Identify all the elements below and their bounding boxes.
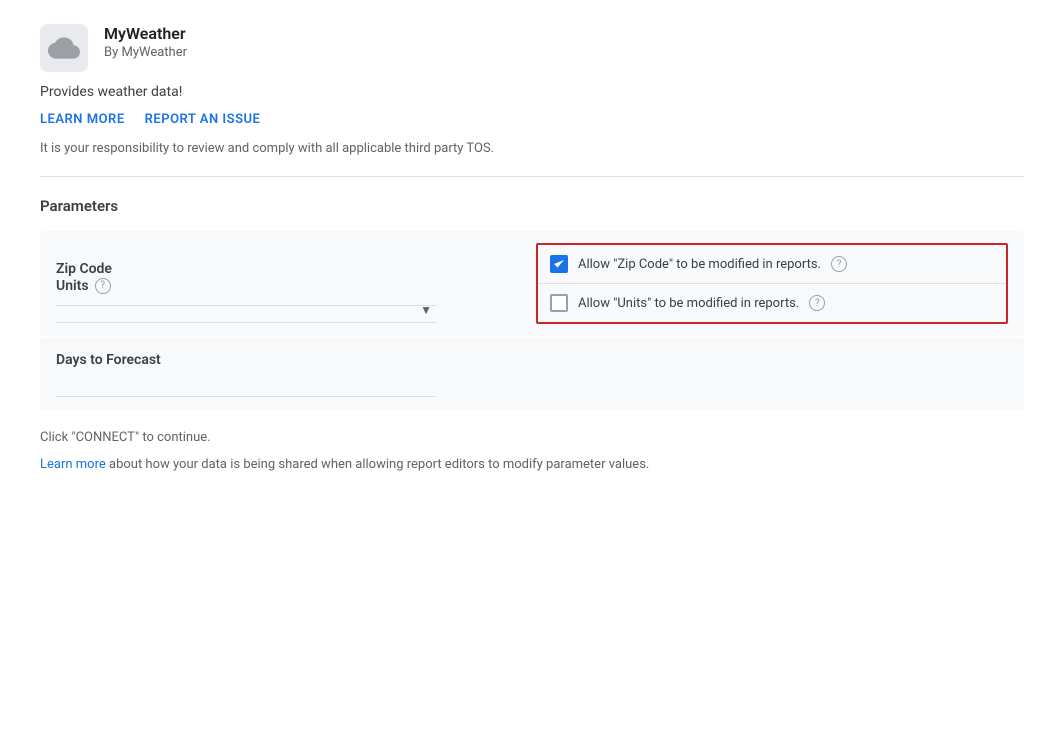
report-issue-link[interactable]: REPORT AN ISSUE <box>145 112 261 127</box>
parameters-title: Parameters <box>40 197 1024 215</box>
app-links: LEARN MORE REPORT AN ISSUE <box>40 112 1024 127</box>
days-to-forecast-row: Days to Forecast <box>40 338 1024 410</box>
app-info: MyWeather By MyWeather <box>104 24 187 60</box>
checkmark-icon <box>553 258 565 270</box>
units-allow-modify-help-icon[interactable]: ? <box>809 295 825 311</box>
app-author: By MyWeather <box>104 45 187 60</box>
zip-units-highlight-box: Allow "Zip Code" to be modified in repor… <box>536 243 1008 324</box>
section-divider <box>40 176 1024 177</box>
units-input-wrapper: ▼ <box>56 298 436 323</box>
units-allow-modify-label: Allow "Units" to be modified in reports. <box>578 296 799 311</box>
units-input[interactable] <box>56 298 436 323</box>
app-name: MyWeather <box>104 24 187 43</box>
zip-code-checkbox[interactable] <box>550 255 568 273</box>
zip-allow-modify-label: Allow "Zip Code" to be modified in repor… <box>578 257 821 272</box>
cloud-icon <box>48 32 80 64</box>
footer: Click "CONNECT" to continue. Learn more … <box>40 430 1024 472</box>
learn-more-link[interactable]: LEARN MORE <box>40 112 125 127</box>
units-allow-modify-row: Allow "Units" to be modified in reports.… <box>538 283 1006 322</box>
zip-allow-modify-row: Allow "Zip Code" to be modified in repor… <box>538 245 1006 283</box>
days-label: Days to Forecast <box>56 352 161 368</box>
sharing-text: about how your data is being shared when… <box>106 457 650 472</box>
zip-code-label: Zip Code <box>56 261 112 277</box>
units-checkbox[interactable] <box>550 294 568 312</box>
days-input-wrapper <box>56 372 436 397</box>
days-left: Days to Forecast <box>56 352 516 397</box>
tos-text: It is your responsibility to review and … <box>40 141 1024 156</box>
click-connect-text: Click "CONNECT" to continue. <box>40 430 1024 445</box>
inline-learn-more-link[interactable]: Learn more <box>40 457 106 472</box>
zip-allow-modify-help-icon[interactable]: ? <box>831 256 847 272</box>
parameters-section: Parameters Zip Code <box>40 197 1024 410</box>
zip-code-right: Allow "Zip Code" to be modified in repor… <box>516 243 1008 324</box>
sharing-info: Learn more about how your data is being … <box>40 457 1024 472</box>
app-description: Provides weather data! <box>40 84 1024 100</box>
app-icon <box>40 24 88 72</box>
app-header: MyWeather By MyWeather <box>40 24 1024 72</box>
days-input[interactable] <box>56 372 436 397</box>
